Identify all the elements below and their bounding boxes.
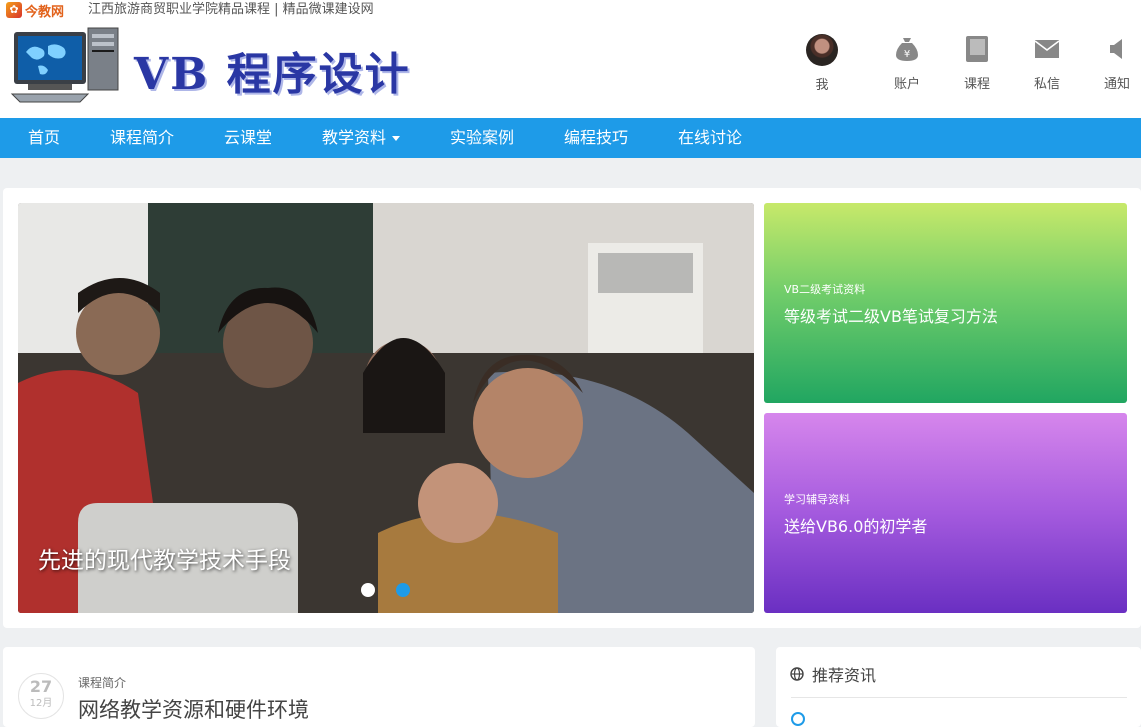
tile-category: VB二级考试资料 xyxy=(784,283,866,296)
globe-icon xyxy=(790,667,804,681)
nav-cloud-class[interactable]: 云课堂 xyxy=(224,118,272,158)
user-nav-label: 我 xyxy=(815,78,829,93)
logo-text: 今教网 xyxy=(25,4,65,20)
tile-category: 学习辅导资料 xyxy=(784,493,850,506)
user-nav-me[interactable]: 我 xyxy=(792,34,852,93)
user-nav-label: 通知 xyxy=(1103,77,1130,92)
money-bag-icon: ¥ xyxy=(891,33,923,65)
nav-label: 教学资料 xyxy=(322,128,387,147)
nav-label: 编程技巧 xyxy=(564,128,629,147)
nav-programming-tips[interactable]: 编程技巧 xyxy=(564,118,628,158)
recommended-heading: 推荐资讯 xyxy=(790,662,876,686)
recommended-card xyxy=(776,647,1141,727)
top-strip: ✿ 今教网 江西旅游商贸职业学院精品课程 | 精品微课建设网 xyxy=(0,0,1141,20)
speaker-icon xyxy=(1101,33,1133,65)
user-nav-label: 私信 xyxy=(1033,77,1060,92)
nav-teaching-materials[interactable]: 教学资料 xyxy=(322,118,401,158)
nav-label: 课程简介 xyxy=(110,128,175,147)
post-day: 27 xyxy=(29,677,53,696)
user-nav-label: 账户 xyxy=(893,77,920,92)
list-bullet-icon xyxy=(791,712,805,726)
user-nav-account[interactable]: ¥ 账户 xyxy=(877,33,937,92)
computer-illustration-icon xyxy=(8,24,126,104)
course-brand-title[interactable]: VB 程序设计 xyxy=(134,38,411,102)
slider-dot-1[interactable] xyxy=(361,583,375,597)
recommended-heading-label: 推荐资讯 xyxy=(812,666,877,685)
user-nav-label: 课程 xyxy=(963,77,990,92)
nav-label: 在线讨论 xyxy=(678,128,743,147)
nav-label: 实验案例 xyxy=(450,128,515,147)
user-nav-messages[interactable]: 私信 xyxy=(1017,33,1077,92)
main-nav: 首页 课程简介 云课堂 教学资料 实验案例 编程技巧 在线讨论 xyxy=(0,118,1141,158)
header: VB 程序设计 我 ¥ 账户 课程 私信 通知 xyxy=(0,20,1141,118)
nav-lab-cases[interactable]: 实验案例 xyxy=(450,118,514,158)
post-title[interactable]: 网络教学资源和硬件环境 xyxy=(78,694,309,724)
site-title[interactable]: 江西旅游商贸职业学院精品课程 | 精品微课建设网 xyxy=(88,1,374,18)
avatar xyxy=(806,34,838,66)
caret-down-icon xyxy=(392,136,401,141)
image-slider[interactable]: 先进的现代教学技术手段 xyxy=(18,203,754,613)
feature-tile-vb-exam[interactable]: VB二级考试资料 等级考试二级VB笔试复习方法 xyxy=(764,203,1127,403)
post-date-badge: 27 12月 xyxy=(18,673,64,719)
nav-course-intro[interactable]: 课程简介 xyxy=(110,118,174,158)
feature-tile-study-guide[interactable]: 学习辅导资料 送给VB6.0的初学者 xyxy=(764,413,1127,613)
nav-online-discussion[interactable]: 在线讨论 xyxy=(678,118,742,158)
slider-dot-2[interactable] xyxy=(396,583,410,597)
book-icon xyxy=(961,33,993,65)
user-nav-courses[interactable]: 课程 xyxy=(947,33,1007,92)
nav-home[interactable]: 首页 xyxy=(28,118,60,158)
mail-icon xyxy=(1031,33,1063,65)
slide-caption[interactable]: 先进的现代教学技术手段 xyxy=(38,541,291,575)
tile-title[interactable]: 送给VB6.0的初学者 xyxy=(784,513,927,537)
divider xyxy=(791,697,1127,698)
jinjiao-logo[interactable]: ✿ 今教网 xyxy=(6,1,65,20)
nav-label: 云课堂 xyxy=(224,128,273,147)
post-category[interactable]: 课程简介 xyxy=(78,674,126,691)
tile-title[interactable]: 等级考试二级VB笔试复习方法 xyxy=(784,303,998,327)
jinjiao-logo-icon: ✿ xyxy=(6,2,22,18)
user-nav-notifications[interactable]: 通知 xyxy=(1087,33,1141,92)
post-month: 12月 xyxy=(29,698,53,709)
nav-label: 首页 xyxy=(28,128,61,147)
svg-text:¥: ¥ xyxy=(904,49,910,60)
